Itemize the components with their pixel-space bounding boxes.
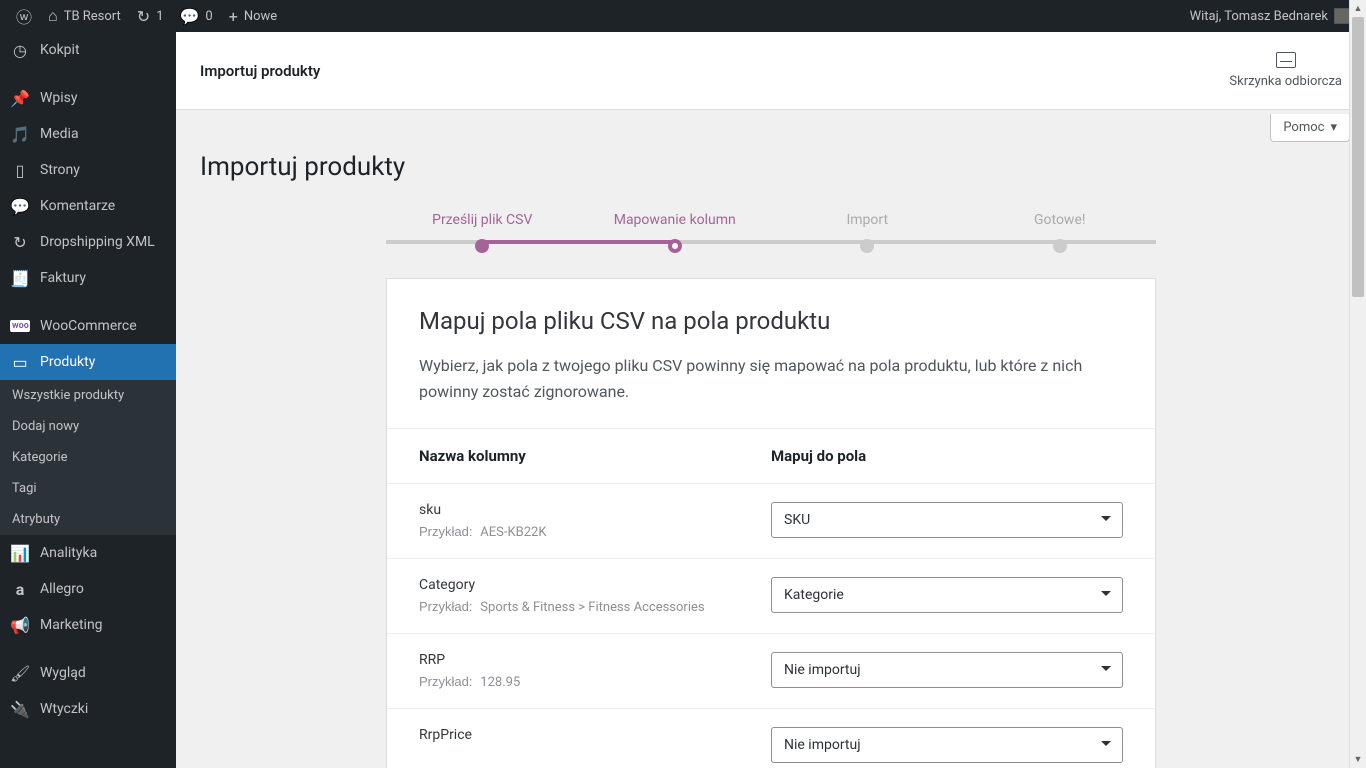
avatar <box>1334 8 1350 24</box>
admin-bar: ⓦ ⌂ TB Resort ↻1 💬0 +Nowe Witaj, Tomasz B… <box>0 0 1366 32</box>
home-icon: ⌂ <box>48 6 58 26</box>
sidebar-item-analytics[interactable]: 📊Analityka <box>0 535 176 571</box>
sidebar-item-products[interactable]: ▭Produkty <box>0 344 176 380</box>
page-header-title: Importuj produkty <box>200 62 320 80</box>
sub-add-new[interactable]: Dodaj nowy <box>0 411 176 442</box>
update-icon: ↻ <box>137 7 150 26</box>
scroll-up-icon[interactable]: ▲ <box>1350 0 1366 17</box>
table-row: RRP Przykład: 128.95 Nie importuj <box>387 633 1155 708</box>
table-row: sku Przykład: AES-KB22K SKU <box>387 483 1155 558</box>
card-description: Wybierz, jak pola z twojego pliku CSV po… <box>419 353 1123 404</box>
woo-icon: woo <box>10 320 30 332</box>
media-icon: 🎵 <box>10 125 30 144</box>
sidebar-item-dropshipping[interactable]: ↻Dropshipping XML <box>0 224 176 260</box>
sidebar-item-woocommerce[interactable]: wooWooCommerce <box>0 308 176 344</box>
sidebar-submenu: Wszystkie produkty Dodaj nowy Kategorie … <box>0 380 176 535</box>
updates-link[interactable]: ↻1 <box>129 0 172 32</box>
site-name: TB Resort <box>64 9 121 24</box>
sidebar-item-pages[interactable]: ▯Strony <box>0 152 176 188</box>
plugin-icon: 🔌 <box>10 700 30 719</box>
sub-attributes[interactable]: Atrybuty <box>0 504 176 535</box>
sidebar-item-plugins[interactable]: 🔌Wtyczki <box>0 691 176 727</box>
sidebar-item-posts[interactable]: 📌Wpisy <box>0 80 176 116</box>
mapping-select-sku[interactable]: SKU <box>771 502 1123 538</box>
scroll-down-icon[interactable]: ▼ <box>1350 751 1366 768</box>
step-mapping: Mapowanie kolumn <box>579 212 772 254</box>
wizard-steps: Prześlij plik CSV Mapowanie kolumn Impor… <box>386 212 1156 254</box>
sidebar-item-comments[interactable]: 💬Komentarze <box>0 188 176 224</box>
sidebar-item-marketing[interactable]: 📢Marketing <box>0 607 176 643</box>
account-link[interactable]: Witaj, Tomasz Bednarek <box>1182 0 1358 32</box>
brush-icon: 🖌 <box>10 664 30 683</box>
mapping-card: Mapuj pola pliku CSV na pola produktu Wy… <box>386 278 1156 768</box>
page-header: Importuj produkty Skrzynka odbiorcza <box>176 32 1366 110</box>
megaphone-icon: 📢 <box>10 616 30 635</box>
sub-all-products[interactable]: Wszystkie produkty <box>0 380 176 411</box>
dashboard-icon: ◷ <box>10 41 30 60</box>
chart-icon: 📊 <box>10 544 30 563</box>
column-name: RRP <box>419 652 771 668</box>
column-name: RrpPrice <box>419 727 771 743</box>
card-title: Mapuj pola pliku CSV na pola produktu <box>419 307 1123 335</box>
site-link[interactable]: ⌂ TB Resort <box>40 0 129 32</box>
wordpress-icon: ⓦ <box>16 4 32 28</box>
mapping-select-rrp[interactable]: Nie importuj <box>771 652 1123 688</box>
archive-icon: ▭ <box>10 353 30 372</box>
invoice-icon: 🧾 <box>10 269 30 288</box>
table-row: Category Przykład: Sports & Fitness > Fi… <box>387 558 1155 633</box>
step-done: Gotowe! <box>964 212 1157 254</box>
column-name: sku <box>419 502 771 518</box>
refresh-icon: ↻ <box>10 233 30 252</box>
sidebar-item-appearance[interactable]: 🖌Wygląd <box>0 655 176 691</box>
comments-link[interactable]: 💬0 <box>172 0 221 32</box>
step-import: Import <box>771 212 964 254</box>
scrollbar-thumb[interactable] <box>1352 17 1364 297</box>
allegro-icon: a <box>10 580 30 599</box>
new-content-link[interactable]: +Nowe <box>221 0 285 32</box>
mapping-select-rrpprice[interactable]: Nie importuj <box>771 727 1123 763</box>
plus-icon: + <box>229 7 238 26</box>
admin-sidebar: ◷Kokpit 📌Wpisy 🎵Media ▯Strony 💬Komentarz… <box>0 32 176 768</box>
sidebar-item-invoices[interactable]: 🧾Faktury <box>0 260 176 296</box>
wp-logo[interactable]: ⓦ <box>8 0 40 32</box>
page-title: Importuj produkty <box>200 152 1342 182</box>
sidebar-item-dashboard[interactable]: ◷Kokpit <box>0 32 176 68</box>
page-icon: ▯ <box>10 161 30 180</box>
sub-categories[interactable]: Kategorie <box>0 442 176 473</box>
pin-icon: 📌 <box>10 89 30 108</box>
mapping-table: Nazwa kolumny Mapuj do pola sku Przykład… <box>387 428 1155 768</box>
comment-icon: 💬 <box>10 197 30 216</box>
mapping-select-category[interactable]: Kategorie <box>771 577 1123 613</box>
table-header: Nazwa kolumny Mapuj do pola <box>387 428 1155 483</box>
inbox-icon <box>1276 52 1296 68</box>
sub-tags[interactable]: Tagi <box>0 473 176 504</box>
help-tab[interactable]: Pomoc▾ <box>1270 114 1350 142</box>
step-upload: Prześlij plik CSV <box>386 212 579 254</box>
sidebar-item-allegro[interactable]: aAllegro <box>0 571 176 607</box>
chevron-down-icon: ▾ <box>1330 120 1337 135</box>
comment-icon: 💬 <box>180 7 200 26</box>
sidebar-item-media[interactable]: 🎵Media <box>0 116 176 152</box>
table-row: RrpPrice Nie importuj <box>387 708 1155 768</box>
scrollbar[interactable]: ▲ ▼ <box>1349 0 1366 768</box>
inbox-button[interactable]: Skrzynka odbiorcza <box>1229 52 1342 89</box>
column-name: Category <box>419 577 771 593</box>
content-area: Importuj produkty Skrzynka odbiorcza Pom… <box>176 32 1366 768</box>
